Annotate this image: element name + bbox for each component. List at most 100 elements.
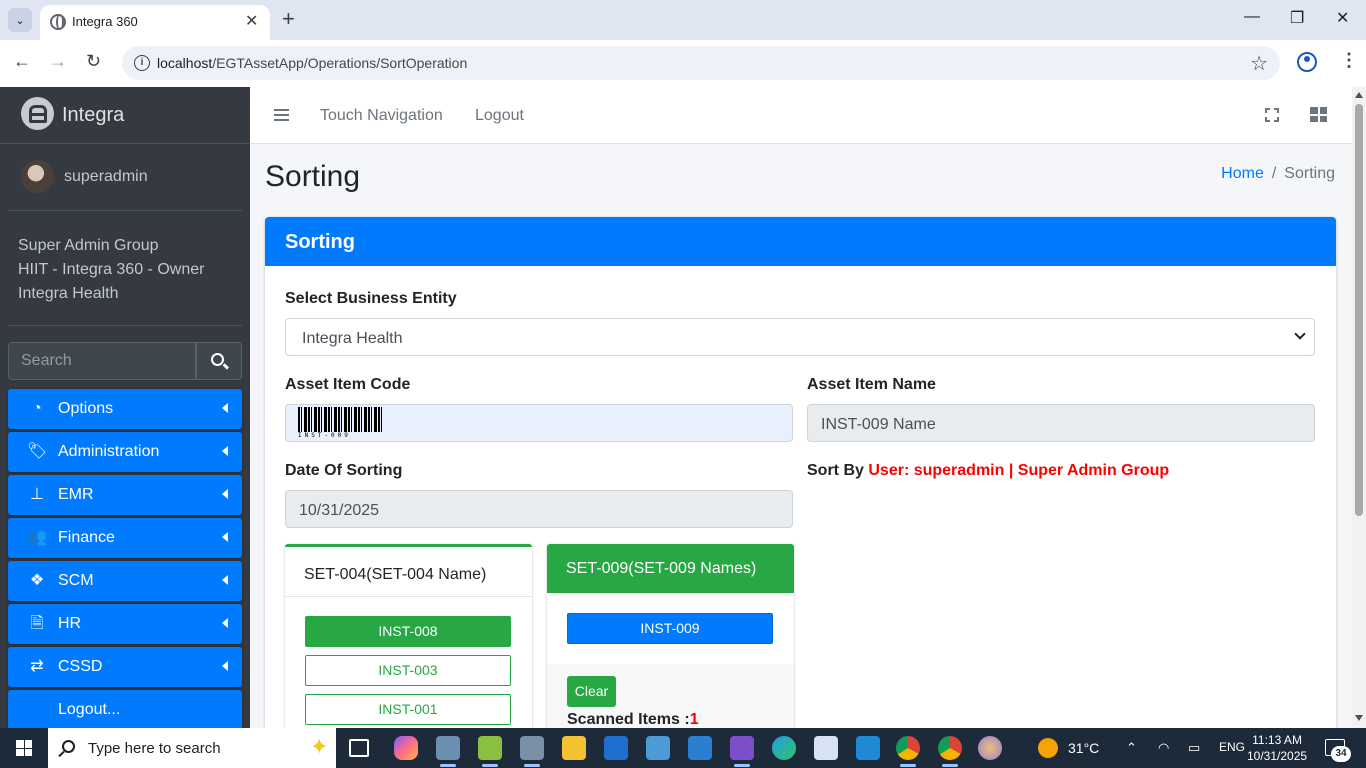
top-navbar: Touch Navigation Logout (250, 87, 1352, 144)
sidebar-item-options[interactable]: ◔ Options (8, 389, 242, 429)
browser-tab-bar: ⌄ Integra 360 ✕ + — ❐ ✕ (0, 0, 1366, 40)
cubes-icon: ❖ (29, 572, 45, 589)
scanned-items-count: 1 (689, 711, 699, 728)
clock-time: 11:13 AM (1252, 733, 1302, 747)
set-card: SET-004(SET-004 Name) INST-008 INST-003 … (285, 544, 532, 737)
breadcrumb-current: Sorting (1284, 165, 1335, 182)
brand-link[interactable]: Integra (0, 87, 250, 144)
file-explorer-icon[interactable] (562, 736, 586, 760)
asset-item-code-label: Asset Item Code (285, 376, 411, 393)
scanned-items: Scanned Items :1 (567, 711, 699, 729)
sidebar-item-label: SCM (58, 572, 94, 589)
sidebar-item-label: EMR (58, 486, 94, 503)
weather-sun-icon[interactable] (1038, 738, 1058, 758)
vscode-icon[interactable] (856, 736, 880, 760)
tab-close-icon[interactable]: ✕ (245, 11, 258, 31)
browser-toolbar: ← → ↻ i localhost/EGTAssetApp/Operations… (0, 40, 1366, 87)
instrument-button[interactable]: INST-008 (305, 616, 511, 647)
back-icon[interactable]: ← (13, 51, 31, 72)
chrome-icon[interactable] (896, 736, 920, 767)
sidebar-item-label: HR (58, 615, 82, 632)
sidebar-item-administration[interactable]: 🏷 Administration (8, 432, 242, 472)
chevron-down-icon (1294, 328, 1306, 340)
copilot-icon[interactable] (394, 736, 418, 760)
caret-left-icon (222, 446, 228, 456)
bookmark-star-icon[interactable]: ☆ (1250, 51, 1268, 76)
battery-icon[interactable]: ▭ (1188, 740, 1200, 756)
nav-touch-navigation[interactable]: Touch Navigation (320, 107, 443, 125)
sidebar-item-finance[interactable]: 👥 Finance (8, 518, 242, 558)
instrument-button[interactable]: INST-009 (567, 613, 773, 644)
sidebar-item-logout[interactable]: Logout... (8, 690, 242, 728)
scanned-items-label: Scanned Items : (567, 711, 690, 728)
instrument-button[interactable]: INST-001 (305, 694, 511, 725)
sidebar-item-scm[interactable]: ❖ SCM (8, 561, 242, 601)
outlook-icon[interactable] (604, 736, 628, 760)
language-indicator[interactable]: ENG (1219, 740, 1245, 754)
site-info-icon[interactable]: i (134, 55, 150, 71)
caret-left-icon (222, 661, 228, 671)
taskbar-clock[interactable]: 11:13 AM 10/31/2025 (1247, 732, 1307, 764)
breadcrumb-home-link[interactable]: Home (1221, 165, 1264, 182)
browser-tab[interactable]: Integra 360 ✕ (40, 5, 270, 40)
windows-start-icon[interactable] (16, 740, 32, 756)
app-tool-icon[interactable] (436, 736, 460, 767)
browser-menu-icon[interactable]: ⋮ (1340, 50, 1358, 71)
sidebar-item-hr[interactable]: 🗎 HR (8, 604, 242, 644)
business-entity-select[interactable]: Integra Health (285, 318, 1315, 356)
taskbar: Type here to search ✦ 31°C ⌃ ◠ ▭ ENG 11:… (0, 728, 1366, 768)
window-close-icon[interactable]: ✕ (1336, 8, 1349, 28)
barcode-image: INST-009 (298, 407, 382, 439)
hamburger-menu-icon[interactable] (274, 109, 289, 121)
user-panel: superadmin (8, 144, 242, 211)
app-icon[interactable] (646, 736, 670, 760)
visual-studio-icon[interactable] (730, 736, 754, 767)
address-bar[interactable]: i localhost/EGTAssetApp/Operations/SortO… (122, 46, 1280, 80)
scroll-thumb[interactable] (1355, 104, 1363, 516)
app-icon[interactable] (688, 736, 712, 760)
taskbar-search[interactable]: Type here to search ✦ (48, 728, 336, 768)
nav-logout[interactable]: Logout (475, 107, 524, 125)
new-tab-icon[interactable]: + (282, 7, 295, 31)
control-sidebar-icon[interactable] (1310, 107, 1327, 122)
app-tool-icon[interactable] (520, 736, 544, 767)
instrument-button[interactable]: INST-003 (305, 655, 511, 686)
app-icon[interactable] (814, 736, 838, 760)
tab-search-chevron-icon[interactable]: ⌄ (8, 8, 32, 32)
sort-by-info: Sort By User: superadmin | Super Admin G… (807, 462, 1169, 480)
chrome-icon[interactable] (938, 736, 962, 767)
edge-icon[interactable] (772, 736, 796, 760)
caret-left-icon (222, 575, 228, 585)
tray-chevron-icon[interactable]: ⌃ (1126, 740, 1137, 756)
restore-icon[interactable]: ❐ (1290, 8, 1304, 28)
app-tool-icon[interactable] (478, 736, 502, 767)
sidebar-search-button[interactable] (196, 342, 242, 380)
user-groups: Super Admin Group HIIT - Integra 360 - O… (18, 234, 204, 306)
page-scrollbar[interactable] (1352, 87, 1366, 728)
sidebar-item-emr[interactable]: ⊥ EMR (8, 475, 242, 515)
forward-icon[interactable]: → (49, 51, 67, 72)
breadcrumb: Home / Sorting (1221, 165, 1335, 183)
set-title: SET-004(SET-004 Name) (285, 547, 532, 597)
reload-icon[interactable]: ↻ (86, 51, 101, 72)
business-entity-value: Integra Health (302, 330, 403, 347)
sort-by-value: User: superadmin | Super Admin Group (868, 462, 1170, 479)
task-view-icon[interactable] (349, 739, 369, 757)
scroll-down-icon[interactable] (1355, 715, 1363, 721)
paint-icon[interactable] (978, 736, 1002, 760)
user-name[interactable]: superadmin (64, 168, 148, 186)
scroll-up-icon[interactable] (1355, 92, 1363, 98)
sidebar: Integra superadmin Super Admin Group HII… (0, 87, 250, 728)
clear-button[interactable]: Clear (567, 676, 616, 707)
sidebar-item-cssd[interactable]: ⇄ CSSD (8, 647, 242, 687)
caret-left-icon (222, 532, 228, 542)
minimize-icon[interactable]: — (1244, 8, 1260, 26)
profile-icon[interactable] (1297, 52, 1317, 72)
card-title: Sorting (285, 231, 355, 253)
sidebar-search (8, 342, 242, 380)
globe-icon (50, 14, 66, 30)
sidebar-search-input[interactable] (8, 342, 196, 380)
fullscreen-icon[interactable] (1265, 108, 1279, 122)
asset-item-code-input[interactable]: INST-009 (285, 404, 793, 442)
wifi-icon[interactable]: ◠ (1158, 740, 1169, 756)
